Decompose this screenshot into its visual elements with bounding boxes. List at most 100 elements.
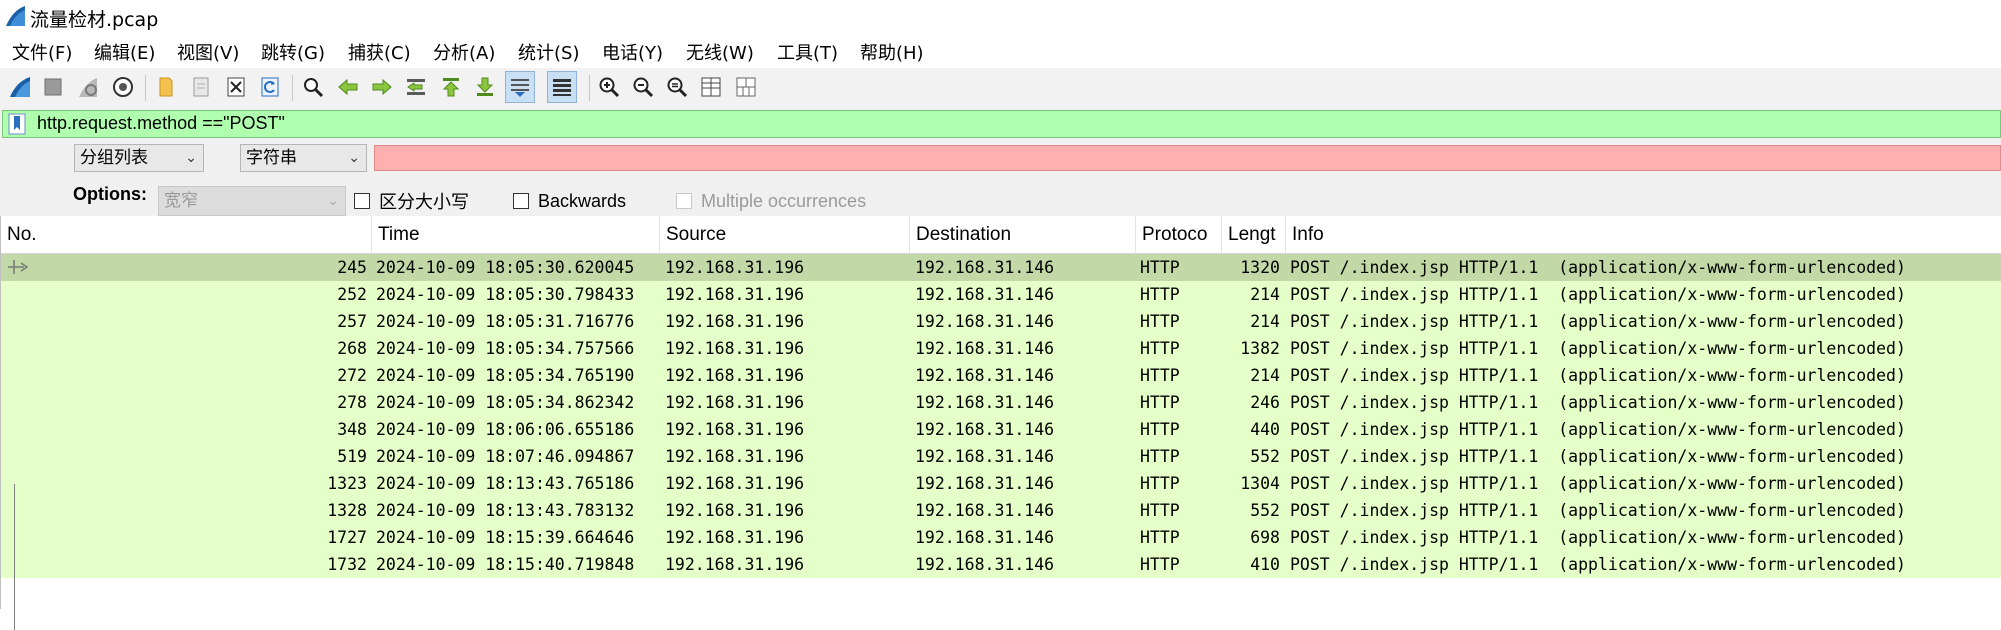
table-row[interactable]: 257 2024-10-09 18:05:31.716776 192.168.31.… [1, 308, 2001, 335]
search-scope-select[interactable]: 分组列表 ⌄ [74, 144, 204, 172]
checkbox-box[interactable] [354, 193, 370, 209]
menu-wireless[interactable]: 无线(W) [686, 39, 754, 65]
menu-capture[interactable]: 捕获(C) [348, 39, 411, 65]
backwards-checkbox[interactable]: Backwards [513, 188, 626, 214]
packet-number-cell: 268 [337, 339, 367, 358]
bookmark-icon[interactable] [5, 112, 29, 136]
table-row[interactable]: 272 2024-10-09 18:05:34.765190 192.168.31.… [1, 362, 2001, 389]
autoscroll-icon[interactable] [505, 71, 535, 103]
packet-list[interactable]: No. Time Source Destination Protoco Leng… [0, 216, 2001, 630]
packet-source-cell: 192.168.31.196 [665, 366, 805, 385]
packet-number-cell: 252 [337, 285, 367, 304]
column-header-source[interactable]: Source [660, 216, 910, 254]
go-to-packet-icon[interactable] [401, 71, 431, 103]
menu-telephony[interactable]: 电话(Y) [602, 39, 663, 65]
go-forward-icon[interactable] [367, 71, 397, 103]
packet-protocol-cell: HTTP [1140, 393, 1180, 412]
reload-icon[interactable] [255, 71, 285, 103]
menu-file[interactable]: 文件(F) [12, 39, 72, 65]
chevron-down-icon: ⌄ [185, 150, 197, 166]
packet-destination-cell: 192.168.31.146 [915, 555, 1055, 574]
table-row[interactable]: 278 2024-10-09 18:05:34.862342 192.168.31.… [1, 389, 2001, 416]
charset-value: 宽窄 [164, 191, 198, 211]
close-file-icon[interactable] [221, 71, 251, 103]
table-row[interactable]: 268 2024-10-09 18:05:34.757566 192.168.31.… [1, 335, 2001, 362]
packet-source-cell: 192.168.31.196 [665, 258, 805, 277]
open-file-icon[interactable] [151, 71, 181, 103]
table-row[interactable]: 1727 2024-10-09 18:15:39.664646 192.168.31… [1, 524, 2001, 551]
column-header-destination[interactable]: Destination [910, 216, 1136, 254]
packet-time-cell: 2024-10-09 18:05:31.716776 [376, 312, 635, 331]
layout-icon[interactable] [731, 71, 761, 103]
table-row[interactable]: 1323 2024-10-09 18:13:43.765186 192.168.31… [1, 470, 2001, 497]
colorize-icon[interactable] [547, 71, 577, 103]
save-file-icon[interactable] [186, 71, 216, 103]
find-packet-bar: 分组列表 ⌄ 字符串 ⌄ [0, 140, 2001, 174]
packet-length-cell: 552 [1250, 501, 1280, 520]
display-filter-input[interactable]: http.request.method =="POST" [2, 110, 2001, 138]
menu-edit[interactable]: 编辑(E) [94, 39, 155, 65]
menu-go[interactable]: 跳转(G) [261, 39, 325, 65]
title-bar: 流量检材.pcap [0, 0, 2001, 34]
table-row[interactable]: 519 2024-10-09 18:07:46.094867 192.168.31.… [1, 443, 2001, 470]
resize-columns-icon[interactable] [696, 71, 726, 103]
table-row[interactable]: 252 2024-10-09 18:05:30.798433 192.168.31.… [1, 281, 2001, 308]
find-packet-icon[interactable] [298, 71, 328, 103]
packet-source-cell: 192.168.31.196 [665, 528, 805, 547]
packet-source-cell: 192.168.31.196 [665, 555, 805, 574]
packet-protocol-cell: HTTP [1140, 420, 1180, 439]
case-sensitive-checkbox[interactable]: 区分大小写 [354, 188, 469, 214]
packet-length-cell: 440 [1250, 420, 1280, 439]
checkbox-box[interactable] [513, 193, 529, 209]
capture-options-icon[interactable] [108, 71, 138, 103]
charset-select[interactable]: 宽窄 ⌄ [158, 186, 346, 216]
column-header-protocol[interactable]: Protoco [1136, 216, 1222, 254]
packet-source-cell: 192.168.31.196 [665, 339, 805, 358]
toolbar-separator [589, 75, 590, 101]
display-filter-text: http.request.method =="POST" [37, 113, 285, 133]
search-type-select[interactable]: 字符串 ⌄ [240, 144, 367, 172]
table-row[interactable]: 348 2024-10-09 18:06:06.655186 192.168.31.… [1, 416, 2001, 443]
table-row[interactable]: 1732 2024-10-09 18:15:40.719848 192.168.31… [1, 551, 2001, 578]
search-input[interactable] [374, 145, 2001, 171]
zoom-in-icon[interactable] [594, 71, 624, 103]
packet-info-cell: POST /.index.jsp HTTP/1.1 (application/x… [1290, 366, 1906, 385]
backwards-label: Backwards [538, 190, 627, 211]
menu-help[interactable]: 帮助(H) [860, 39, 924, 65]
packet-source-cell: 192.168.31.196 [665, 393, 805, 412]
packet-list-header: No. Time Source Destination Protoco Leng… [1, 216, 2001, 254]
column-header-no[interactable]: No. [1, 216, 372, 254]
column-header-info[interactable]: Info [1286, 216, 2001, 254]
packet-length-cell: 1320 [1240, 258, 1280, 277]
packet-source-cell: 192.168.31.196 [665, 312, 805, 331]
packet-time-cell: 2024-10-09 18:05:30.798433 [376, 285, 635, 304]
column-header-length[interactable]: Lengt [1222, 216, 1286, 254]
shark-fin-start-icon[interactable] [5, 71, 35, 103]
packet-number-cell: 1328 [327, 501, 367, 520]
table-row[interactable]: 245 2024-10-09 18:05:30.620045 192.168.31.… [1, 254, 2001, 281]
stop-icon[interactable] [38, 71, 68, 103]
packet-protocol-cell: HTTP [1140, 312, 1180, 331]
chevron-down-icon: ⌄ [327, 193, 339, 209]
menu-view[interactable]: 视图(V) [177, 39, 239, 65]
packet-destination-cell: 192.168.31.146 [915, 258, 1055, 277]
packet-time-cell: 2024-10-09 18:13:43.783132 [376, 501, 635, 520]
packet-time-cell: 2024-10-09 18:15:40.719848 [376, 555, 635, 574]
menu-analyze[interactable]: 分析(A) [433, 39, 495, 65]
menu-statistics[interactable]: 统计(S) [518, 39, 579, 65]
table-row[interactable]: 1328 2024-10-09 18:13:43.783132 192.168.31… [1, 497, 2001, 524]
packet-number-cell: 348 [337, 420, 367, 439]
zoom-out-icon[interactable] [628, 71, 658, 103]
column-header-time[interactable]: Time [372, 216, 660, 254]
menu-tools[interactable]: 工具(T) [777, 39, 838, 65]
packet-source-cell: 192.168.31.196 [665, 474, 805, 493]
restart-icon[interactable] [73, 71, 103, 103]
packet-protocol-cell: HTTP [1140, 447, 1180, 466]
packet-number-cell: 1323 [327, 474, 367, 493]
go-first-icon[interactable] [436, 71, 466, 103]
go-back-icon[interactable] [333, 71, 363, 103]
zoom-normal-icon[interactable] [662, 71, 692, 103]
go-last-icon[interactable] [470, 71, 500, 103]
packet-source-cell: 192.168.31.196 [665, 501, 805, 520]
packet-info-cell: POST /.index.jsp HTTP/1.1 (application/x… [1290, 528, 1906, 547]
